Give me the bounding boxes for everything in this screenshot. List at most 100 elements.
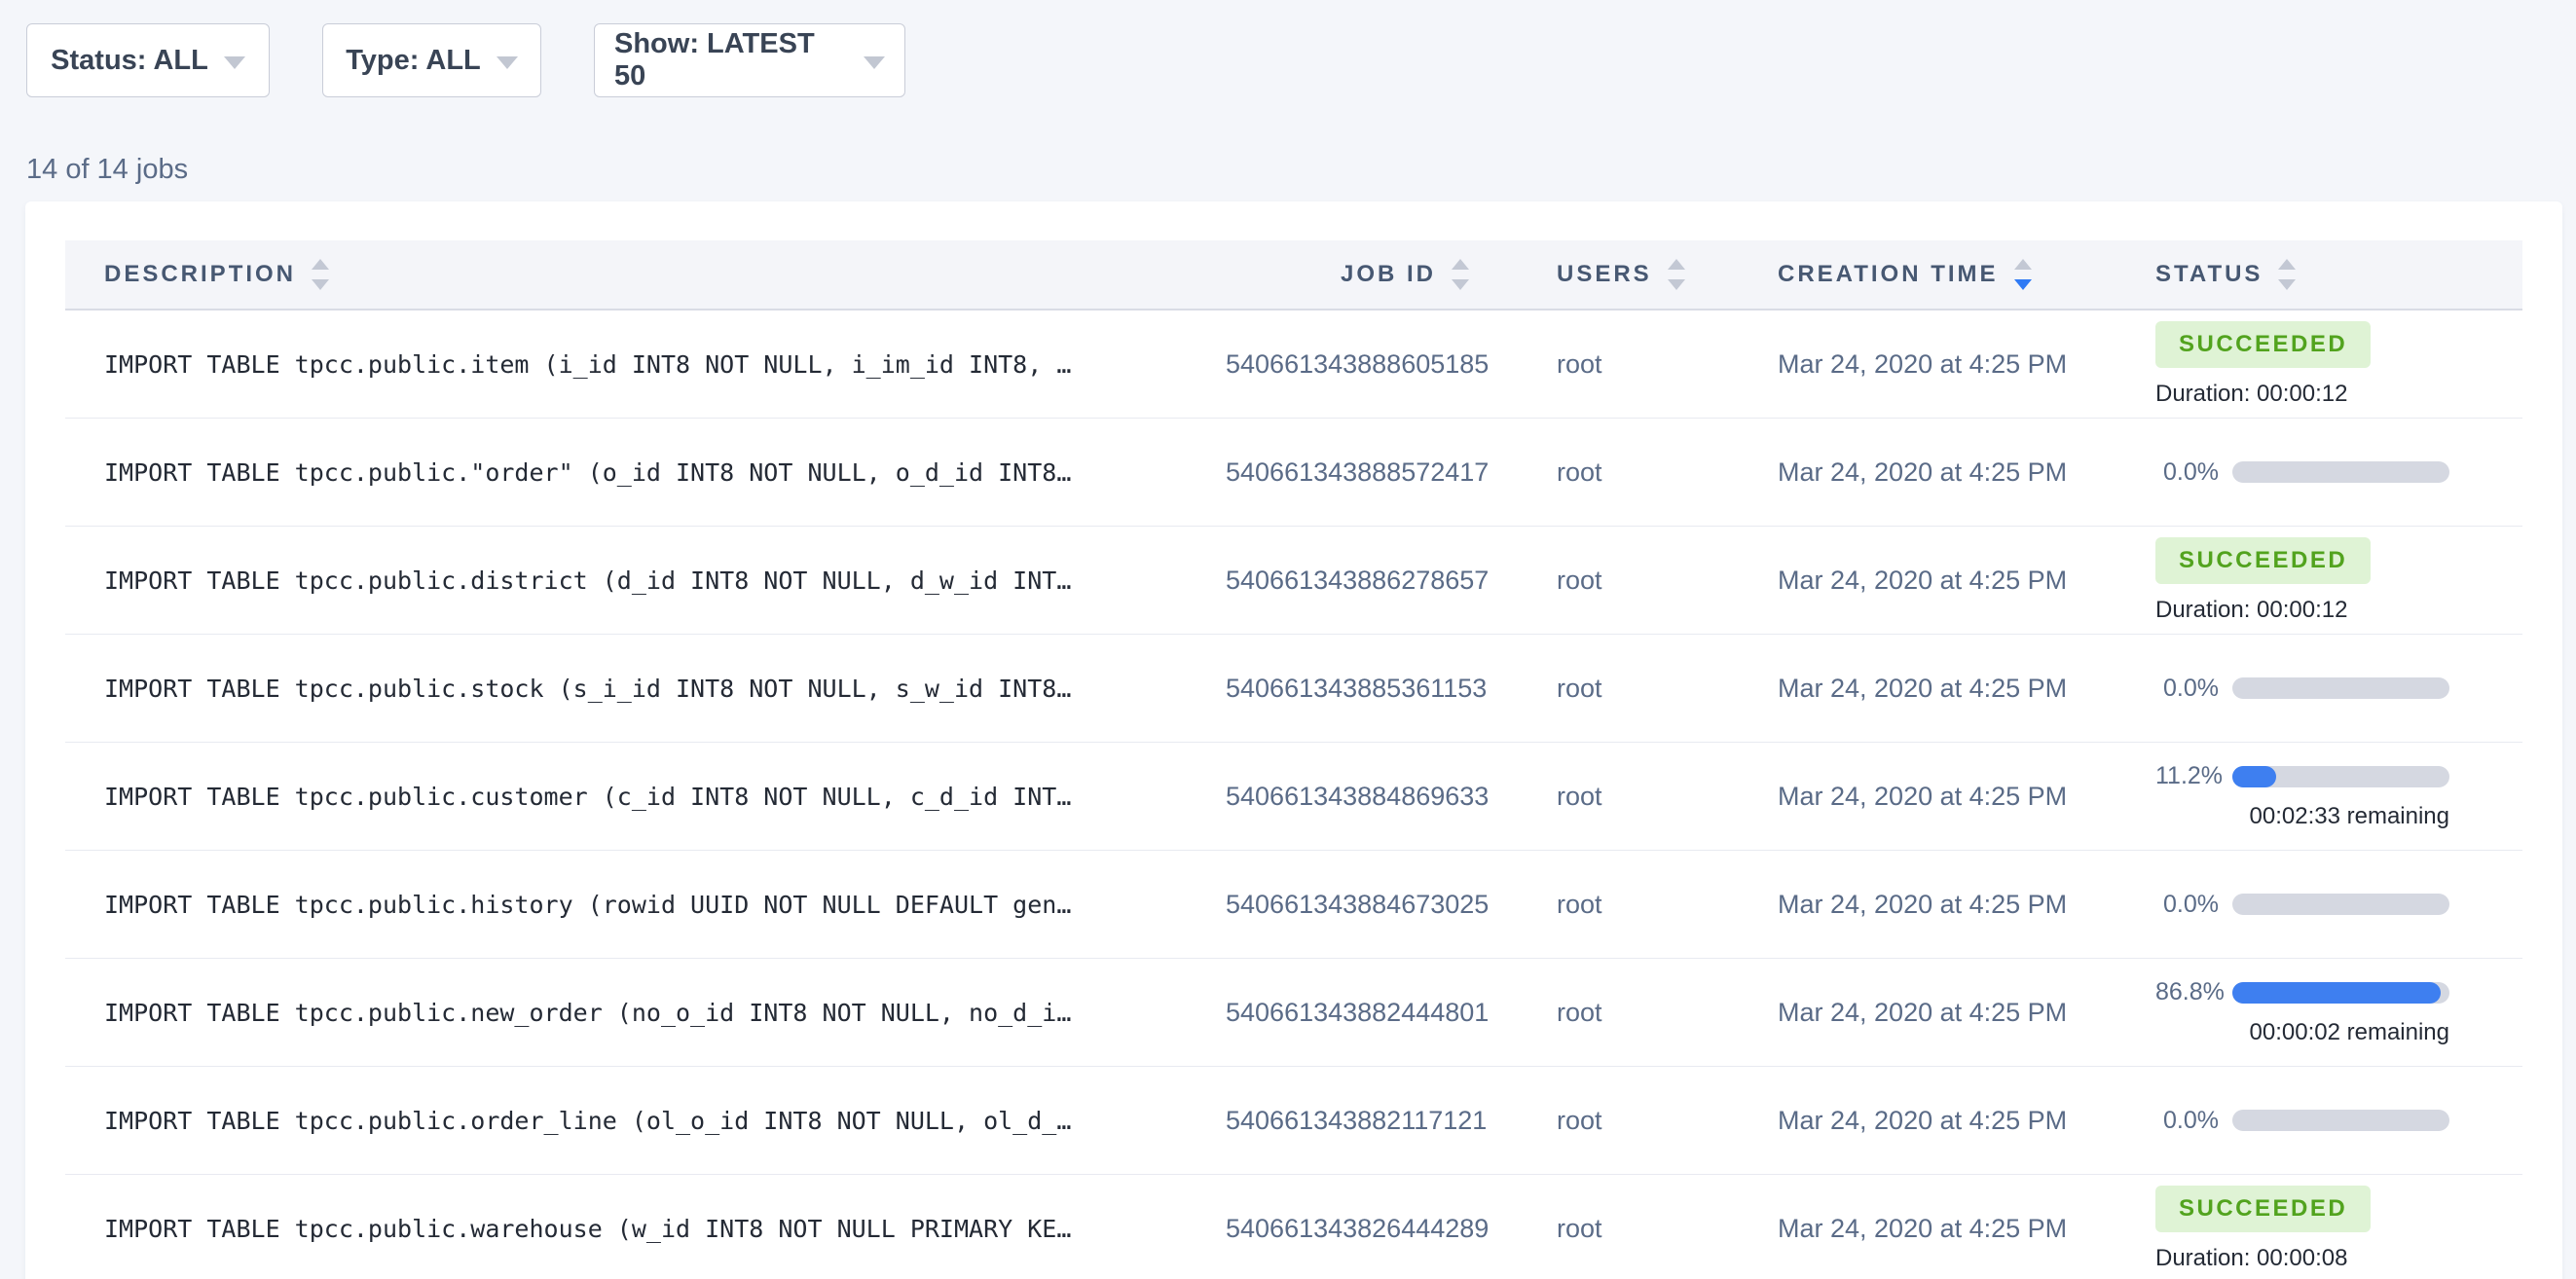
job-id-link[interactable]: 540661343882117121 <box>1226 1106 1557 1136</box>
jobs-table-card: DESCRIPTION JOB ID USERS <box>25 201 2562 1279</box>
chevron-down-icon <box>224 56 245 69</box>
progress-percent: 0.0% <box>2155 1107 2219 1135</box>
job-id-link[interactable]: 540661343886278657 <box>1226 566 1557 596</box>
job-user: root <box>1557 998 1778 1028</box>
job-status-cell: 0.0% <box>2155 1107 2522 1135</box>
job-status-cell: 0.0% <box>2155 675 2522 703</box>
progress-bar <box>2232 677 2449 699</box>
job-id-link[interactable]: 540661343888572417 <box>1226 457 1557 488</box>
sort-asc-icon <box>1452 259 1469 270</box>
job-id-link[interactable]: 540661343826444289 <box>1226 1214 1557 1244</box>
sort-asc-icon <box>1668 259 1685 270</box>
job-creation-time: Mar 24, 2020 at 4:25 PM <box>1778 566 2155 596</box>
sort-arrows-icon <box>1668 259 1685 290</box>
sort-arrows-icon <box>1452 259 1469 290</box>
job-user: root <box>1557 1214 1778 1244</box>
sort-desc-icon <box>1452 279 1469 290</box>
status-badge: SUCCEEDED <box>2155 321 2371 368</box>
job-id-link[interactable]: 540661343884673025 <box>1226 890 1557 920</box>
table-row: IMPORT TABLE tpcc.public.item (i_id INT8… <box>65 311 2522 419</box>
show-filter-dropdown[interactable]: Show: LATEST 50 <box>594 23 905 97</box>
status-progress-group: 0.0% <box>2155 891 2449 919</box>
job-creation-time: Mar 24, 2020 at 4:25 PM <box>1778 1214 2155 1244</box>
table-row: IMPORT TABLE tpcc.public.customer (c_id … <box>65 743 2522 851</box>
job-creation-time: Mar 24, 2020 at 4:25 PM <box>1778 674 2155 704</box>
job-id-link[interactable]: 540661343884869633 <box>1226 782 1557 812</box>
status-progress-group: 0.0% <box>2155 675 2449 703</box>
jobs-table: DESCRIPTION JOB ID USERS <box>65 240 2522 1279</box>
job-user: root <box>1557 890 1778 920</box>
status-progress-group: 86.8% 00:00:02 remaining <box>2155 978 2449 1046</box>
table-row: IMPORT TABLE tpcc.public.order_line (ol_… <box>65 1067 2522 1175</box>
table-row: IMPORT TABLE tpcc.public.history (rowid … <box>65 851 2522 959</box>
column-header-status[interactable]: STATUS <box>2155 259 2522 290</box>
status-filter-dropdown[interactable]: Status: ALL <box>26 23 270 97</box>
job-description: IMPORT TABLE tpcc.public."order" (o_id I… <box>65 458 1226 487</box>
job-id-link[interactable]: 540661343888605185 <box>1226 349 1557 380</box>
status-badge: SUCCEEDED <box>2155 537 2371 584</box>
job-creation-time: Mar 24, 2020 at 4:25 PM <box>1778 998 2155 1028</box>
job-description: IMPORT TABLE tpcc.public.district (d_id … <box>65 566 1226 595</box>
status-duration: Duration: 00:00:12 <box>2155 597 2449 624</box>
progress-percent: 11.2% <box>2155 762 2219 790</box>
job-creation-time: Mar 24, 2020 at 4:25 PM <box>1778 457 2155 488</box>
column-header-users[interactable]: USERS <box>1557 259 1778 290</box>
status-duration: Duration: 00:00:12 <box>2155 381 2449 408</box>
column-header-description[interactable]: DESCRIPTION <box>65 259 1226 290</box>
jobs-count: 14 of 14 jobs <box>26 154 2576 186</box>
sort-desc-icon <box>1668 279 1685 290</box>
sort-asc-icon <box>2014 259 2032 270</box>
progress-percent: 0.0% <box>2155 458 2219 487</box>
sort-asc-icon <box>2278 259 2296 270</box>
progress-bar <box>2232 1110 2449 1131</box>
status-badge-group: SUCCEEDED Duration: 00:00:12 <box>2155 537 2449 624</box>
filter-toolbar: Status: ALL Type: ALL Show: LATEST 50 <box>0 0 2576 97</box>
status-badge-group: SUCCEEDED Duration: 00:00:12 <box>2155 321 2449 408</box>
job-status-cell: 11.2% 00:02:33 remaining <box>2155 762 2522 830</box>
chevron-down-icon <box>497 56 518 69</box>
status-filter-label: Status: ALL <box>51 45 208 77</box>
chevron-down-icon <box>864 56 885 69</box>
job-description: IMPORT TABLE tpcc.public.new_order (no_o… <box>65 999 1226 1027</box>
job-status-cell: SUCCEEDED Duration: 00:00:12 <box>2155 537 2522 624</box>
show-filter-label: Show: LATEST 50 <box>614 28 848 92</box>
progress-bar <box>2232 894 2449 915</box>
job-description: IMPORT TABLE tpcc.public.history (rowid … <box>65 891 1226 919</box>
job-status-cell: SUCCEEDED Duration: 00:00:08 <box>2155 1186 2522 1272</box>
job-user: root <box>1557 566 1778 596</box>
job-user: root <box>1557 457 1778 488</box>
job-id-link[interactable]: 540661343882444801 <box>1226 998 1557 1028</box>
status-progress-group: 0.0% <box>2155 1107 2449 1135</box>
job-creation-time: Mar 24, 2020 at 4:25 PM <box>1778 890 2155 920</box>
job-description: IMPORT TABLE tpcc.public.stock (s_i_id I… <box>65 675 1226 703</box>
progress-bar <box>2232 766 2449 787</box>
type-filter-dropdown[interactable]: Type: ALL <box>322 23 541 97</box>
sort-arrows-icon <box>312 259 329 290</box>
table-row: IMPORT TABLE tpcc.public.warehouse (w_id… <box>65 1175 2522 1279</box>
sort-asc-icon <box>312 259 329 270</box>
table-body: IMPORT TABLE tpcc.public.item (i_id INT8… <box>65 311 2522 1279</box>
job-status-cell: 86.8% 00:00:02 remaining <box>2155 978 2522 1046</box>
job-creation-time: Mar 24, 2020 at 4:25 PM <box>1778 782 2155 812</box>
table-row: IMPORT TABLE tpcc.public.district (d_id … <box>65 527 2522 635</box>
column-header-creation-time[interactable]: CREATION TIME <box>1778 259 2155 290</box>
sort-arrows-icon <box>2014 259 2032 290</box>
job-user: root <box>1557 782 1778 812</box>
table-header-row: DESCRIPTION JOB ID USERS <box>65 240 2522 311</box>
progress-percent: 0.0% <box>2155 675 2219 703</box>
progress-fill <box>2232 982 2441 1004</box>
job-id-link[interactable]: 540661343885361153 <box>1226 674 1557 704</box>
sort-arrows-icon <box>2278 259 2296 290</box>
status-badge-group: SUCCEEDED Duration: 00:00:08 <box>2155 1186 2449 1272</box>
column-header-job-id[interactable]: JOB ID <box>1226 259 1557 290</box>
job-user: root <box>1557 674 1778 704</box>
job-user: root <box>1557 349 1778 380</box>
job-status-cell: 0.0% <box>2155 458 2522 487</box>
job-creation-time: Mar 24, 2020 at 4:25 PM <box>1778 1106 2155 1136</box>
progress-bar <box>2232 982 2449 1004</box>
table-row: IMPORT TABLE tpcc.public.new_order (no_o… <box>65 959 2522 1067</box>
job-description: IMPORT TABLE tpcc.public.item (i_id INT8… <box>65 350 1226 379</box>
job-status-cell: SUCCEEDED Duration: 00:00:12 <box>2155 321 2522 408</box>
status-progress-group: 0.0% <box>2155 458 2449 487</box>
table-row: IMPORT TABLE tpcc.public."order" (o_id I… <box>65 419 2522 527</box>
